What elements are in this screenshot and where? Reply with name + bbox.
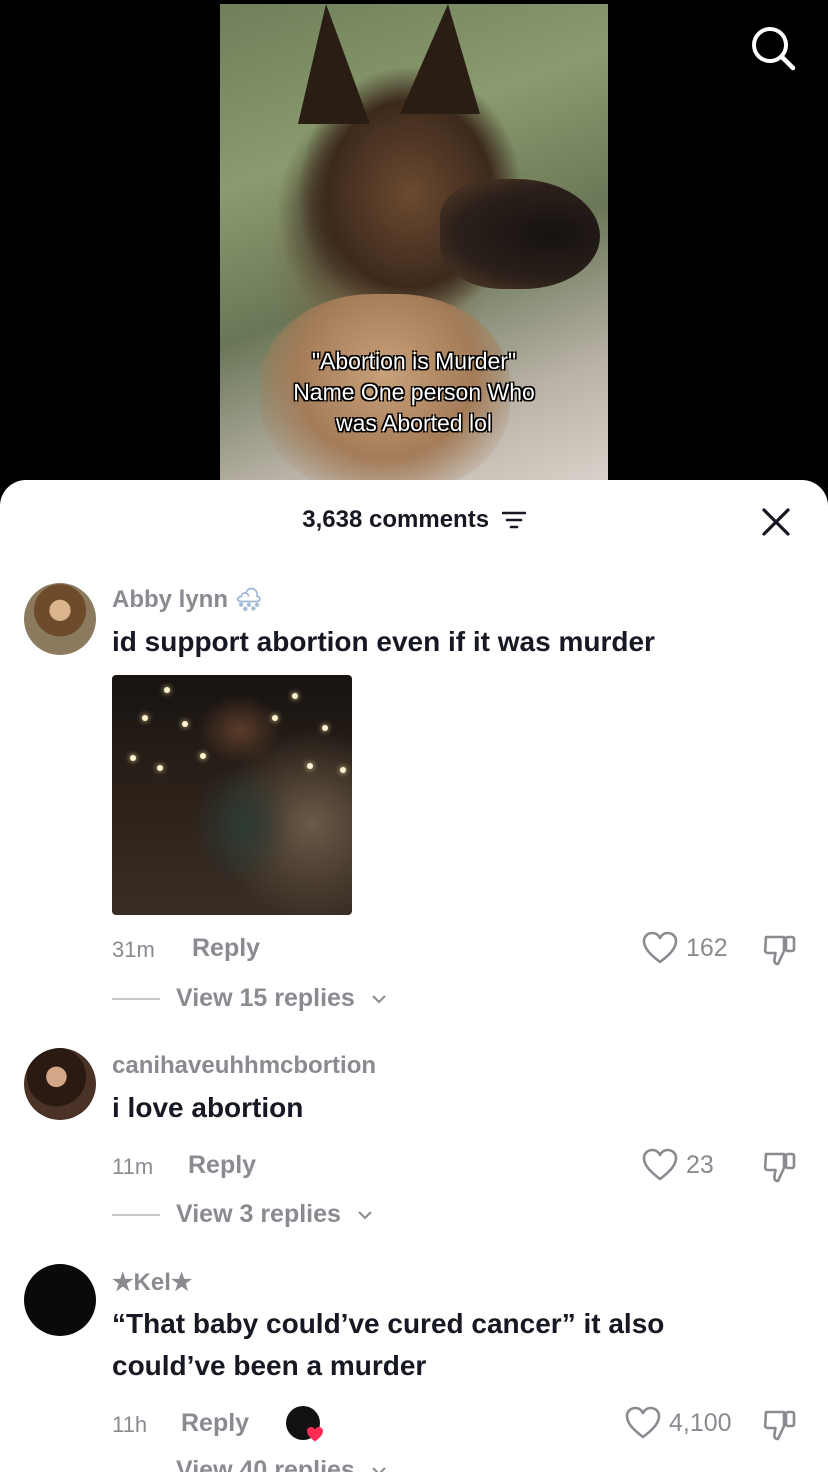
close-button[interactable] <box>760 506 792 538</box>
reply-button[interactable]: Reply <box>188 1151 256 1180</box>
view-replies-label: View 40 replies <box>176 1456 355 1472</box>
view-replies-button[interactable]: View 15 replies <box>112 984 387 1013</box>
caption-line: Name One person Who <box>293 379 535 405</box>
like-button[interactable]: 162 <box>642 931 728 965</box>
comment-time: 11m <box>112 1154 154 1179</box>
avatar[interactable] <box>24 583 96 655</box>
chevron-down-icon <box>372 1466 386 1472</box>
comment-count[interactable]: 3,638 comments <box>0 506 828 534</box>
view-replies-button[interactable]: View 3 replies <box>112 1200 373 1229</box>
filter-icon[interactable] <box>501 510 526 530</box>
comment-text: id support abortion even if it was murde… <box>112 626 655 657</box>
like-count: 4,100 <box>669 1408 732 1437</box>
reply-button[interactable]: Reply <box>192 934 260 963</box>
thumbs-down-icon <box>763 1410 796 1441</box>
thumbs-down-icon <box>763 1152 796 1183</box>
comment-gif[interactable] <box>112 675 352 915</box>
dislike-button[interactable] <box>762 1406 798 1442</box>
comment-text: i love abortion <box>112 1092 304 1123</box>
comments-sheet: 3,638 comments Abby lynn 🌨 id support ab… <box>0 480 828 1472</box>
dog-snout <box>440 179 600 289</box>
like-count: 23 <box>686 1150 714 1179</box>
like-button[interactable]: 23 <box>642 1148 714 1182</box>
dislike-button[interactable] <box>762 1148 798 1184</box>
avatar[interactable] <box>24 1048 96 1120</box>
caption-line: was Aborted lol <box>336 410 492 436</box>
heart-icon <box>642 931 678 964</box>
heart-icon <box>625 1406 661 1439</box>
comment-item: Abby lynn 🌨 id support abortion even if … <box>0 580 828 1020</box>
close-icon <box>762 508 790 536</box>
view-replies-button[interactable]: View 40 replies <box>112 1456 387 1472</box>
comment-text: “That baby could’ve cured cancer” it als… <box>112 1308 665 1381</box>
video-frame[interactable]: "Abortion is Murder" Name One person Who… <box>220 4 608 484</box>
comment-username[interactable]: Abby lynn 🌨 <box>112 586 263 614</box>
comment-time: 11h <box>112 1412 148 1437</box>
divider <box>112 997 160 1000</box>
like-button[interactable]: 4,100 <box>625 1406 732 1440</box>
chevron-down-icon <box>372 994 386 1003</box>
comment-item: canihaveuhhmcbortion i love abortion 11m… <box>0 1048 828 1238</box>
video-caption: "Abortion is Murder" Name One person Who… <box>220 346 608 439</box>
snow-cloud-icon: 🌨 <box>234 587 263 612</box>
comment-time: 31m <box>112 937 155 962</box>
reply-button[interactable]: Reply <box>181 1409 249 1438</box>
avatar[interactable] <box>24 1264 96 1336</box>
dislike-button[interactable] <box>762 931 798 967</box>
comment-username[interactable]: canihaveuhhmcbortion <box>112 1052 376 1080</box>
search-icon <box>752 27 796 71</box>
caption-line: "Abortion is Murder" <box>311 348 517 374</box>
heart-icon <box>307 1427 323 1442</box>
comment-count-label: 3,638 comments <box>302 506 490 533</box>
search-button[interactable] <box>748 24 796 72</box>
creator-liked-avatar <box>286 1406 323 1442</box>
thumbs-down-icon <box>763 935 796 966</box>
video-player[interactable]: "Abortion is Murder" Name One person Who… <box>0 0 828 500</box>
comment-username[interactable]: ★Kel★ <box>112 1268 192 1297</box>
divider <box>112 1213 160 1216</box>
chevron-down-icon <box>358 1210 372 1219</box>
view-replies-label: View 15 replies <box>176 984 355 1012</box>
comment-item: ★Kel★ “That baby could’ve cured cancer” … <box>0 1264 828 1472</box>
sheet-header: 3,638 comments <box>0 480 828 564</box>
view-replies-label: View 3 replies <box>176 1200 341 1228</box>
like-count: 162 <box>686 933 728 962</box>
heart-icon <box>642 1148 678 1181</box>
